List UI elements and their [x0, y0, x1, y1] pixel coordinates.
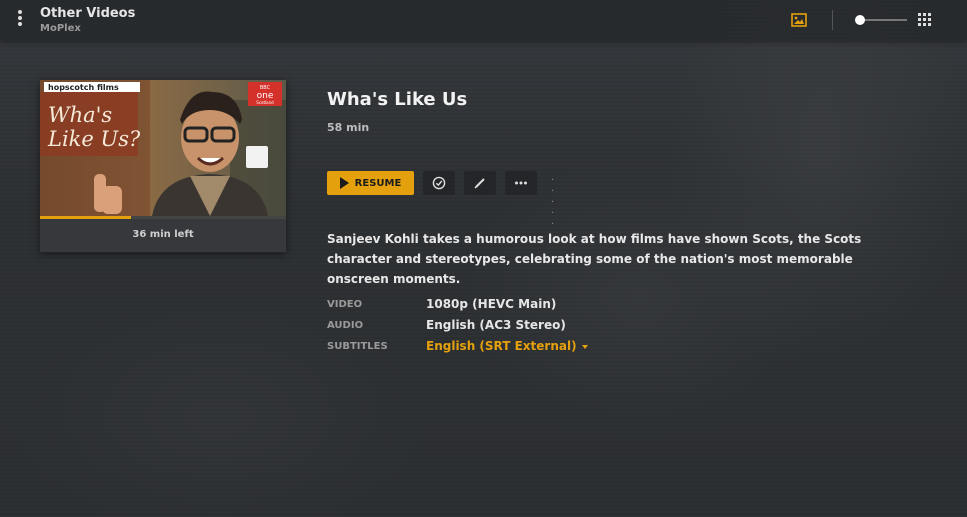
- chevron-down-icon: [581, 344, 588, 349]
- poster-caption-line1: Wha's: [48, 103, 112, 127]
- pencil-icon: [474, 178, 485, 189]
- channel-badge-bottom: Scotland: [256, 100, 274, 105]
- poster-card: hopscotch films BBC one Scotland Wha's L…: [40, 80, 286, 252]
- poster-caption-line2: Like Us?: [47, 127, 141, 151]
- size-slider[interactable]: [855, 14, 907, 26]
- watch-progress: [40, 216, 286, 219]
- more-options-button[interactable]: [505, 171, 537, 195]
- audio-label: AUDIO: [327, 320, 364, 331]
- watch-progress-fill: [40, 216, 132, 219]
- server-name: MoPlex: [40, 23, 81, 34]
- poster-icon[interactable]: [791, 12, 807, 27]
- header-title-block: Other Videos MoPlex: [40, 6, 135, 35]
- audio-value: English (AC3 Stereo): [426, 318, 566, 332]
- studio-label: hopscotch films: [48, 83, 119, 92]
- loading-dots: · · · · ·: [551, 175, 560, 230]
- media-summary: Sanjeev Kohli takes a humorous look at h…: [327, 232, 862, 286]
- check-circle-icon: [432, 176, 446, 190]
- section-title: Other Videos: [40, 6, 136, 21]
- more-horizontal-icon: [515, 181, 527, 185]
- more-vertical-icon[interactable]: [13, 10, 27, 30]
- grid-icon[interactable]: [918, 13, 932, 27]
- subtitles-select[interactable]: English (SRT External): [426, 339, 588, 353]
- media-title: Wha's Like Us: [327, 89, 468, 110]
- subtitles-label: SUBTITLES: [327, 341, 388, 352]
- play-icon: [339, 177, 349, 189]
- toolbar-divider: [832, 10, 833, 30]
- size-slider-thumb[interactable]: [855, 15, 865, 25]
- video-label: VIDEO: [327, 299, 363, 310]
- mark-watched-button[interactable]: [423, 171, 455, 195]
- resume-label: RESUME: [354, 177, 402, 189]
- subtitles-value: English (SRT External): [426, 339, 577, 353]
- media-duration: 58 min: [327, 121, 370, 134]
- edit-button[interactable]: [464, 171, 496, 195]
- poster-thumbnail[interactable]: hopscotch films BBC one Scotland Wha's L…: [40, 80, 286, 216]
- time-left: 36 min left: [132, 229, 194, 240]
- top-bar: Other Videos MoPlex: [0, 0, 967, 40]
- video-value: 1080p (HEVC Main): [426, 297, 557, 311]
- resume-button[interactable]: RESUME: [327, 171, 414, 195]
